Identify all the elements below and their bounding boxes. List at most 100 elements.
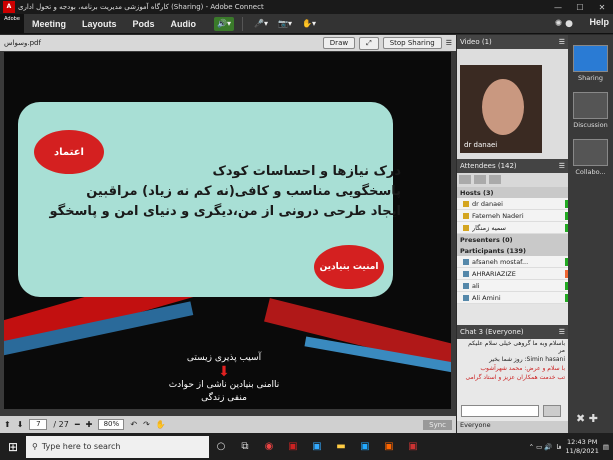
chat-input[interactable] [461,405,539,417]
layout-discussion[interactable] [573,92,608,119]
share-pod-header: وسواس.pdf Draw ⤢ Stop Sharing ☰ [0,35,456,51]
attendee-row[interactable]: afsaneh mostaf... [457,256,568,268]
arrow-down-icon: ⬇ [218,364,230,380]
close-button[interactable]: ✕ [591,3,613,12]
cortana-icon[interactable]: ○ [209,436,233,458]
pod-menu-icon[interactable]: ☰ [446,39,452,47]
hosts-section[interactable]: Hosts (3) [457,187,568,198]
pod-menu-icon[interactable]: ☰ [559,328,565,336]
attendee-row[interactable]: AHRARIAZIZE [457,268,568,280]
prev-slide-icon[interactable]: ⬆ [4,420,11,429]
video-pod-header: Video (1) ☰ [457,35,568,49]
fullscreen-button[interactable]: ⤢ [359,36,379,50]
windows-start-icon[interactable]: ⊞ [0,440,26,454]
raise-hand-icon[interactable]: ✋▾ [299,17,319,31]
undo-icon[interactable]: ↶ [130,420,137,429]
host-icon [463,200,469,207]
layout-sharing[interactable] [573,45,608,72]
windows-taskbar: ⊞ ⚲ Type here to search ○ ⧉ ◉ ▣ ▣ ▬ ▣ ▣ ▣… [0,433,613,460]
menu-pods[interactable]: Pods [125,19,163,29]
maximize-button[interactable]: ☐ [569,3,591,12]
host-icon [463,224,469,231]
user-icon [463,282,469,289]
send-icon[interactable] [543,405,561,417]
folder-icon[interactable]: ▬ [329,436,353,458]
layout-collaboration[interactable] [573,139,608,166]
webcam-icon[interactable]: 📷▾ [275,17,295,31]
sync-button[interactable]: Sync [423,419,452,430]
zoom-level[interactable]: 80% [98,419,125,430]
zoom-out-icon[interactable]: ━ [75,420,80,429]
task-view-icon[interactable]: ⧉ [233,436,257,458]
grid-view-icon[interactable] [474,175,486,184]
stop-sharing-button[interactable]: Stop Sharing [382,37,442,49]
adobe-badge: Adobe [0,13,24,34]
redo-icon[interactable]: ↷ [143,420,150,429]
slide-subtext: آسیب پذیری زیستی ⬇ ناامنی بنیادین ناشی ا… [154,352,294,405]
taskbar-search[interactable]: ⚲ Type here to search [26,435,209,458]
video-pod: dr danaei [457,49,568,159]
user-icon [463,270,469,277]
chat-message: با سلام و عرض: محمد شهرآشوب [480,365,565,372]
chat-header: Chat 3 (Everyone) ☰ [457,325,568,339]
attendee-row[interactable]: Fatemeh Naderi [457,210,568,222]
list-view-icon[interactable] [459,175,471,184]
pod-menu-icon[interactable]: ☰ [559,162,565,170]
subtext-3: منفی زندگی [201,393,247,403]
chat-message: تب خدمت همکاران عزیز و استاد گرامی [465,374,565,381]
speaker-icon[interactable]: 🔊▾ [214,16,235,31]
page-total: / 27 [53,420,69,429]
zoom-in-icon[interactable]: ✚ [86,420,93,429]
menu-audio[interactable]: Audio [163,19,205,29]
page-number-input[interactable]: 7 [29,419,48,430]
pointer-icon[interactable]: ✋ [156,420,166,429]
chrome-icon[interactable]: ◉ [257,436,281,458]
slide-line-3: ایجاد طرحی درونی از من،دیگری و دنیای امن… [49,204,401,219]
system-tray: ⌃ ▭ 🔊 فا 12:43 PM 11/8/2021 ▤ [529,438,613,456]
acrobat-icon[interactable]: ▣ [281,436,305,458]
chat-pod: Chat 3 (Everyone) ☰ باسلام وبه ما گروهی … [457,325,568,433]
trust-badge: اعتماد [34,130,104,174]
layout-tools-icon[interactable]: ✖ ✚ [576,412,598,425]
right-pods: Video (1) ☰ dr danaei Attendees (142) ☰ … [457,35,568,433]
tray-icons[interactable]: ⌃ ▭ 🔊 [529,443,553,451]
ps-icon[interactable]: ▣ [305,436,329,458]
status-view-icon[interactable] [489,175,501,184]
host-icon [463,212,469,219]
draw-button[interactable]: Draw [322,37,356,49]
slide-line-2: پاسخگویی مناسب و کافی(نه کم نه زیاد) مرا… [86,184,401,199]
security-badge: امنیت بنیادین [314,245,384,289]
attendee-toolbar [457,173,568,187]
attendees-header: Attendees (142) ☰ [457,159,568,173]
app-icon[interactable]: ▣ [353,436,377,458]
attendee-row[interactable]: ali [457,280,568,292]
chat-message: باسلام وبه ما گروهی خیلی سلام علیکم مر [468,340,565,354]
notification-icon[interactable]: ▤ [603,443,609,451]
attendee-row[interactable]: سمیه زمنگار [457,222,568,234]
video-title: Video (1) [460,38,492,46]
user-icon [463,294,469,301]
menu-meeting[interactable]: Meeting [24,19,74,29]
attendee-row[interactable]: Ali Amini [457,292,568,304]
adobe-connect-icon[interactable]: ▣ [401,436,425,458]
attendee-row[interactable]: dr danaei [457,198,568,210]
participants-section[interactable]: Participants (139) [457,245,568,256]
pod-menu-icon[interactable]: ☰ [559,38,565,46]
shared-file-name: وسواس.pdf [4,39,41,47]
clock[interactable]: 12:43 PM 11/8/2021 [566,438,599,456]
minimize-button[interactable]: — [547,3,569,12]
share-pod: وسواس.pdf Draw ⤢ Stop Sharing ☰ اعتماد ا… [0,35,456,433]
language-indicator[interactable]: فا [556,443,561,451]
app-icon[interactable]: ▣ [377,436,401,458]
next-slide-icon[interactable]: ⬇ [17,420,24,429]
slide-controls: ⬆ ⬇ 7 / 27 ━ ✚ 80% ↶ ↷ ✋ Sync [0,416,456,433]
status-icons[interactable]: ✺ ● [555,19,573,29]
presenters-section[interactable]: Presenters (0) [457,234,568,245]
microphone-icon[interactable]: 🎤▾ [251,17,271,31]
chat-tab-everyone[interactable]: Everyone [457,421,568,433]
webcam-feed: dr danaei [460,65,542,153]
window-title: کارگاه آموزشی مدیریت برنامه، بودجه و تحو… [18,3,264,11]
menu-layouts[interactable]: Layouts [74,19,125,29]
layouts-bar: Sharing Discussion Collabo... ✖ ✚ [568,35,613,433]
help-menu[interactable]: Help [589,17,609,27]
